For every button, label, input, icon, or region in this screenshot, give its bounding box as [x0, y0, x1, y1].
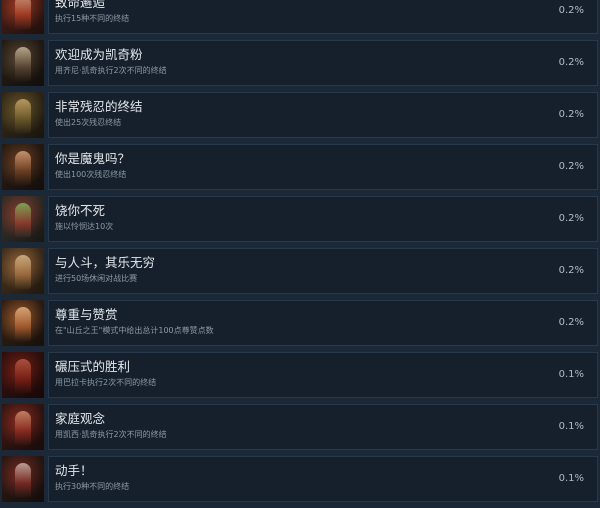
achievement-panel: 与人斗，其乐无穷进行50场休闲对战比赛 0.2% — [48, 248, 598, 294]
achievement-icon — [2, 92, 44, 138]
achievement-description: 用凯西·凯奇执行2次不同的终结 — [55, 430, 167, 439]
achievement-icon — [2, 248, 44, 294]
achievement-name: 你是魔鬼吗？ — [55, 151, 131, 166]
achievement-panel: 家庭观念用凯西·凯奇执行2次不同的终结 0.1% — [48, 404, 598, 450]
achievement-name: 饶你不死 — [55, 203, 106, 218]
achievement-row[interactable]: 碾压式的胜利用巴拉卡执行2次不同的终结 0.1% — [0, 352, 600, 398]
unlock-percentage: 0.1% — [558, 421, 584, 432]
achievement-panel: 非常残忍的终结使出25次残忍终结 0.2% — [48, 92, 598, 138]
achievement-description: 施以怜悯达10次 — [55, 222, 114, 231]
achievement-description: 进行50场休闲对战比赛 — [55, 274, 138, 283]
unlock-percentage: 0.1% — [558, 369, 584, 380]
achievement-row[interactable]: 致命邂逅执行15种不同的终结 0.2% — [0, 0, 600, 34]
achievement-name: 致命邂逅 — [55, 0, 106, 10]
achievement-panel: 致命邂逅执行15种不同的终结 0.2% — [48, 0, 598, 34]
achievement-row[interactable]: 与人斗，其乐无穷进行50场休闲对战比赛 0.2% — [0, 248, 600, 294]
achievement-panel: 饶你不死施以怜悯达10次 0.2% — [48, 196, 598, 242]
achievement-panel: 碾压式的胜利用巴拉卡执行2次不同的终结 0.1% — [48, 352, 598, 398]
achievement-description: 执行30种不同的终结 — [55, 482, 130, 491]
unlock-percentage: 0.2% — [558, 161, 584, 172]
achievement-icon — [2, 352, 44, 398]
achievement-row[interactable]: 家庭观念用凯西·凯奇执行2次不同的终结 0.1% — [0, 404, 600, 450]
achievement-description: 用齐尼·凯奇执行2次不同的终结 — [55, 66, 167, 75]
achievement-icon — [2, 196, 44, 242]
achievement-name: 与人斗，其乐无穷 — [55, 255, 156, 270]
achievement-description: 使出100次残忍终结 — [55, 170, 127, 179]
achievement-icon — [2, 144, 44, 190]
achievement-description: 在"山丘之王"模式中给出总计100点尊赞点数 — [55, 326, 214, 335]
achievement-description: 用巴拉卡执行2次不同的终结 — [55, 378, 157, 387]
achievement-name: 非常残忍的终结 — [55, 99, 143, 114]
achievement-name: 碾压式的胜利 — [55, 359, 131, 374]
unlock-percentage: 0.2% — [558, 317, 584, 328]
achievement-description: 执行15种不同的终结 — [55, 14, 130, 23]
unlock-percentage: 0.2% — [558, 213, 584, 224]
achievement-icon — [2, 404, 44, 450]
achievement-row[interactable]: 尊重与赞赏在"山丘之王"模式中给出总计100点尊赞点数 0.2% — [0, 300, 600, 346]
unlock-percentage: 0.2% — [558, 5, 584, 16]
achievement-description: 使出25次残忍终结 — [55, 118, 122, 127]
achievement-panel: 动手！ 执行30种不同的终结 0.1% — [48, 456, 598, 502]
achievement-list: 致命邂逅 执行15种不同的终结 0.2% 欢迎成为凯奇粉 用齐尼·凯奇执行2次不同的终结… — [0, 0, 600, 508]
achievement-row[interactable]: 你是魔鬼吗？ 使出100次残忍终结 0.2% — [0, 144, 600, 190]
achievement-row[interactable]: 饶你不死施以怜悯达10次 0.2% — [0, 196, 600, 242]
unlock-percentage: 0.2% — [558, 57, 584, 68]
achievement-name: 欢迎成为凯奇粉 — [55, 47, 143, 62]
unlock-percentage: 0.1% — [558, 473, 584, 484]
achievement-panel: 尊重与赞赏在"山丘之王"模式中给出总计100点尊赞点数 0.2% — [48, 300, 598, 346]
achievement-icon — [2, 300, 44, 346]
achievement-icon — [2, 40, 44, 86]
unlock-percentage: 0.2% — [558, 265, 584, 276]
achievement-panel: 欢迎成为凯奇粉用齐尼·凯奇执行2次不同的终结 0.2% — [48, 40, 598, 86]
achievement-row[interactable]: 动手！ 执行30种不同的终结 0.1% — [0, 456, 600, 502]
achievement-panel: 你是魔鬼吗？ 使出100次残忍终结 0.2% — [48, 144, 598, 190]
achievement-icon — [2, 0, 44, 34]
achievement-row[interactable]: 欢迎成为凯奇粉用齐尼·凯奇执行2次不同的终结 0.2% — [0, 40, 600, 86]
achievement-name: 动手！ — [55, 463, 93, 478]
unlock-percentage: 0.2% — [558, 109, 584, 120]
achievement-name: 家庭观念 — [55, 411, 106, 426]
achievement-name: 尊重与赞赏 — [55, 307, 118, 322]
achievement-row[interactable]: 非常残忍的终结使出25次残忍终结 0.2% — [0, 92, 600, 138]
achievement-icon — [2, 456, 44, 502]
